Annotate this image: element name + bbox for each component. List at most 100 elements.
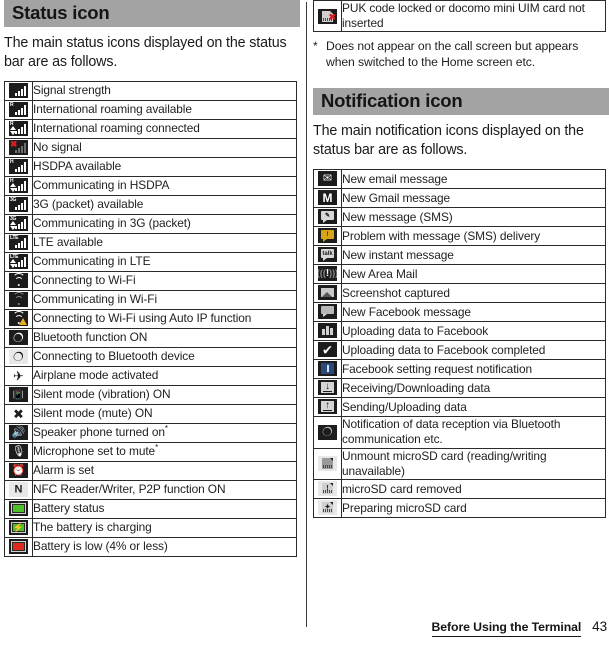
row-label: Signal strength xyxy=(32,81,297,101)
wifi-auto-ip-icon xyxy=(4,309,33,329)
table-row: H HSDPA available xyxy=(4,157,297,177)
3g-packet-communicating-icon: 3G xyxy=(4,214,33,234)
table-row: Unmount microSD card (reading/writing un… xyxy=(313,447,606,481)
signal-strength-icon xyxy=(4,81,33,101)
row-label: International roaming connected xyxy=(32,119,297,139)
row-label: Bluetooth function ON xyxy=(32,328,297,348)
bluetooth-on-icon: 🔿 xyxy=(4,328,33,348)
table-row: Screenshot captured xyxy=(313,283,606,304)
table-row: Uploading data to Facebook xyxy=(313,321,606,342)
wifi-communicating-icon xyxy=(4,290,33,310)
battery-low-icon xyxy=(4,537,33,557)
microsd-removed-icon: ! xyxy=(313,479,342,500)
status-icon-table-continued: ✖ PUK code locked or docomo mini UIM car… xyxy=(313,0,606,33)
chapter-name: Before Using the Terminal xyxy=(431,620,581,637)
sms-delivery-problem-icon: ! xyxy=(313,226,342,247)
microsd-unmount-icon xyxy=(313,447,342,481)
row-label: PUK code locked or docomo mini UIM card … xyxy=(341,0,606,33)
silent-vibration-icon: 📳 xyxy=(4,385,33,405)
table-row: ✎ New message (SMS) xyxy=(313,207,606,228)
status-icon-table: Signal strength R International roaming … xyxy=(4,81,297,557)
row-label: Connecting to Wi-Fi using Auto IP functi… xyxy=(32,309,297,329)
alarm-set-icon: ⏰ xyxy=(4,461,33,481)
speaker-phone-icon: 🔊 xyxy=(4,423,33,443)
column-divider xyxy=(306,2,307,627)
silent-mute-icon: ✖ xyxy=(4,404,33,424)
table-row: LTE Communicating in LTE xyxy=(4,252,297,272)
table-row: N NFC Reader/Writer, P2P function ON xyxy=(4,480,297,500)
table-row: (((!))) New Area Mail xyxy=(313,264,606,285)
3g-packet-available-icon: 3G xyxy=(4,195,33,215)
row-label: Facebook setting request notification xyxy=(341,359,606,380)
row-label: Uploading data to Facebook completed xyxy=(341,340,606,361)
notification-icon-intro-text: The main notification icons displayed on… xyxy=(313,123,584,159)
row-label: microSD card removed xyxy=(341,479,606,500)
row-label: LTE available xyxy=(32,233,297,253)
row-label: Microphone set to mute* xyxy=(32,442,297,462)
hsdpa-communicating-icon: H xyxy=(4,176,33,196)
no-signal-icon: ✖ xyxy=(4,138,33,158)
row-label: Battery is low (4% or less) xyxy=(32,537,297,557)
table-row: ✖ Silent mode (mute) ON xyxy=(4,404,297,424)
row-label: Sending/Uploading data xyxy=(341,397,606,418)
puk-locked-icon: ✖ xyxy=(313,0,342,33)
footnote-marker: * xyxy=(155,443,159,453)
new-gmail-icon: M xyxy=(313,188,342,209)
row-label: Notification of data reception via Bluet… xyxy=(341,416,606,449)
microsd-preparing-icon: ✦ xyxy=(313,498,342,519)
table-row: 3G Communicating in 3G (packet) xyxy=(4,214,297,234)
row-label: New Facebook message xyxy=(341,302,606,323)
row-label: Airplane mode activated xyxy=(32,366,297,386)
facebook-setting-request-icon xyxy=(313,359,342,380)
footnote-marker: * xyxy=(313,39,318,54)
battery-charging-icon: ⚡ xyxy=(4,518,33,538)
row-label: Communicating in LTE xyxy=(32,252,297,272)
page-title: Status icon xyxy=(12,2,110,24)
table-row: ↓ Receiving/Downloading data xyxy=(313,378,606,399)
row-label: Uploading data to Facebook xyxy=(341,321,606,342)
footnote: * Does not appear on the call screen but… xyxy=(313,39,609,71)
row-label: Communicating in HSDPA xyxy=(32,176,297,196)
table-row: ✖ PUK code locked or docomo mini UIM car… xyxy=(313,0,606,33)
notification-icon-table: ✉ New email message M New Gmail message … xyxy=(313,169,606,519)
row-label: New email message xyxy=(341,169,606,190)
row-label: Battery status xyxy=(32,499,297,519)
right-column: ✖ PUK code locked or docomo mini UIM car… xyxy=(313,0,609,519)
airplane-mode-icon: ✈ xyxy=(4,366,33,386)
table-row: 🔿 Bluetooth function ON xyxy=(4,328,297,348)
table-row: ✦ Preparing microSD card xyxy=(313,498,606,519)
table-row: R International roaming available xyxy=(4,100,297,120)
table-row: 🔊 Speaker phone turned on* xyxy=(4,423,297,443)
table-row: Battery is low (4% or less) xyxy=(4,537,297,557)
row-label: No signal xyxy=(32,138,297,158)
table-row: 🔿 Connecting to Bluetooth device xyxy=(4,347,297,367)
table-row: ✉ New email message xyxy=(313,169,606,190)
row-label: HSDPA available xyxy=(32,157,297,177)
table-row: R International roaming connected xyxy=(4,119,297,139)
table-row: 🔿 Notification of data reception via Blu… xyxy=(313,416,606,449)
row-label: New Gmail message xyxy=(341,188,606,209)
new-sms-icon: ✎ xyxy=(313,207,342,228)
page-footer: Before Using the Terminal 43 xyxy=(431,619,607,637)
table-row: New Facebook message xyxy=(313,302,606,323)
table-row: Connecting to Wi-Fi xyxy=(4,271,297,291)
row-label: Silent mode (vibration) ON xyxy=(32,385,297,405)
row-label: Connecting to Wi-Fi xyxy=(32,271,297,291)
table-row: LTE LTE available xyxy=(4,233,297,253)
table-row: ⚡ The battery is charging xyxy=(4,518,297,538)
row-label: Silent mode (mute) ON xyxy=(32,404,297,424)
new-area-mail-icon: (((!))) xyxy=(313,264,342,285)
nfc-reader-writer-icon: N xyxy=(4,480,33,500)
table-row: talk New instant message xyxy=(313,245,606,266)
notification-icon-section-header: Notification icon xyxy=(313,88,609,116)
bluetooth-connecting-icon: 🔿 xyxy=(4,347,33,367)
battery-status-icon xyxy=(4,499,33,519)
table-row: ↑ Sending/Uploading data xyxy=(313,397,606,418)
hsdpa-available-icon: H xyxy=(4,157,33,177)
footnote-marker: * xyxy=(164,424,168,434)
row-label: New instant message xyxy=(341,245,606,266)
table-row: ✖ No signal xyxy=(4,138,297,158)
row-label: New message (SMS) xyxy=(341,207,606,228)
new-instant-message-icon: talk xyxy=(313,245,342,266)
new-facebook-message-icon xyxy=(313,302,342,323)
